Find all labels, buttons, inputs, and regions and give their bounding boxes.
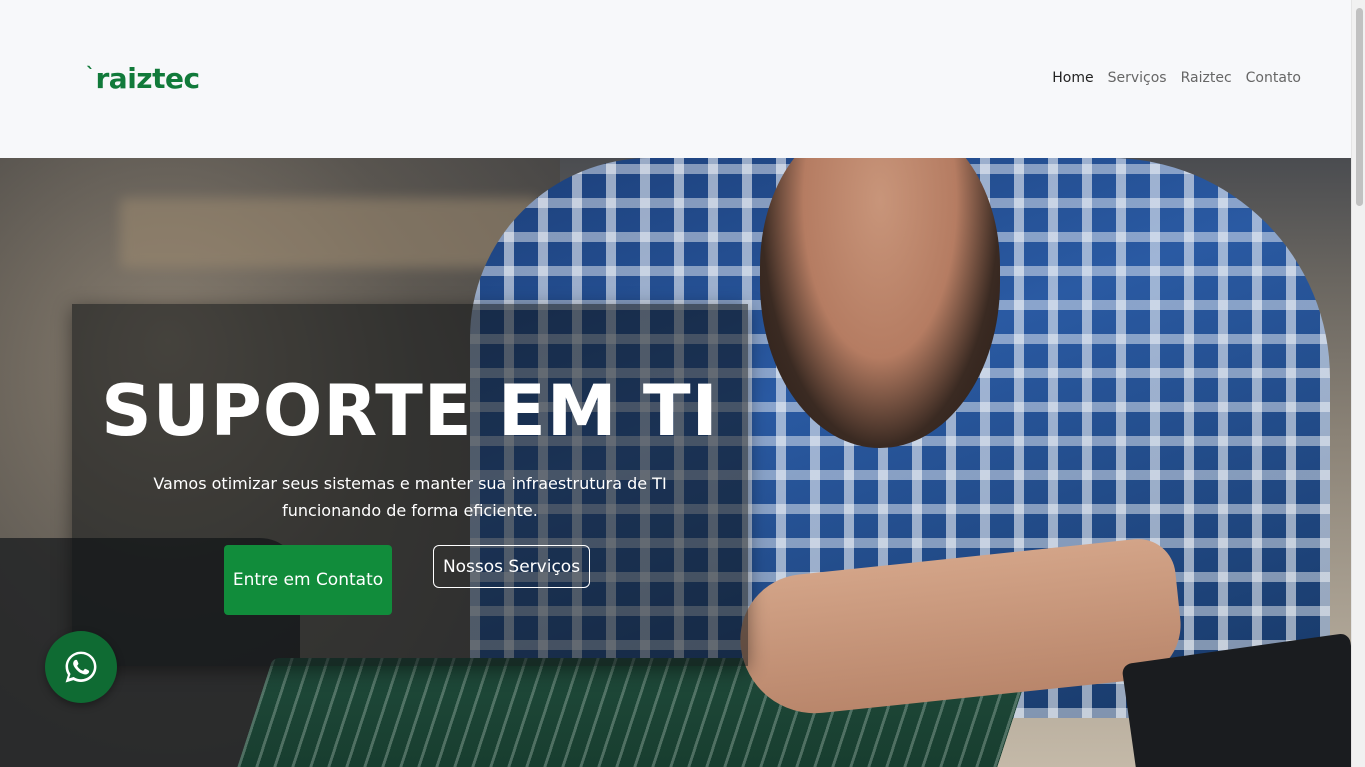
nav-home[interactable]: Home [1052,70,1093,86]
nav-raiztec[interactable]: Raiztec [1181,70,1232,86]
main-nav: Home Serviços Raiztec Contato [1052,70,1301,86]
raiztec-logo[interactable]: `raiztec [86,62,200,95]
hero-title: SUPORTE EM TI [101,370,719,452]
site-header: `raiztec Home Serviços Raiztec Contato [0,0,1351,158]
whatsapp-icon [65,651,97,683]
nav-servicos[interactable]: Serviços [1108,70,1167,86]
page-scrollbar[interactable] [1351,0,1365,767]
whatsapp-button[interactable] [45,631,117,703]
logo-text: raiztec [95,62,201,95]
nav-contato[interactable]: Contato [1246,70,1301,86]
hero-background-shelf [120,198,540,268]
scrollbar-thumb[interactable] [1356,8,1363,206]
contact-button[interactable]: Entre em Contato [224,545,392,615]
hero-card: SUPORTE EM TI Vamos otimizar seus sistem… [72,304,748,666]
hero-subtitle: Vamos otimizar seus sistemas e manter su… [153,474,667,520]
logo-mark: ` [86,64,95,85]
services-button[interactable]: Nossos Serviços [433,545,590,588]
